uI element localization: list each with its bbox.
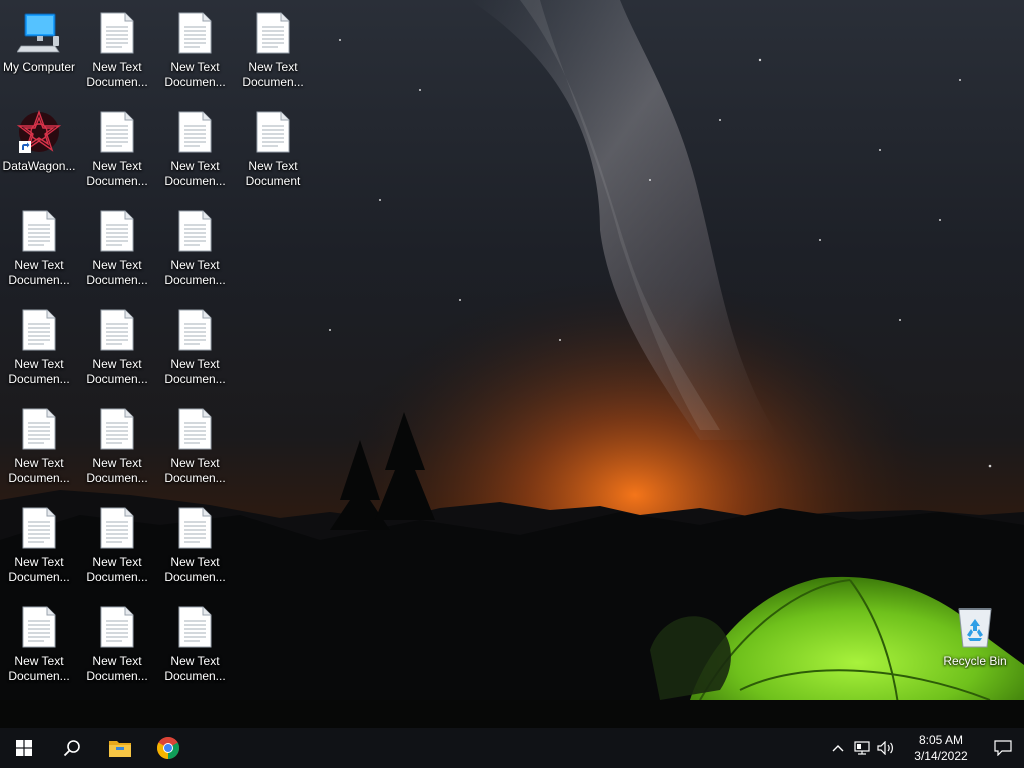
icon-label: New Text Documen... — [86, 258, 148, 287]
text-document-item[interactable]: New Text Documen... — [0, 202, 78, 294]
search-button[interactable] — [48, 728, 96, 768]
text-document-icon — [17, 604, 61, 650]
text-document-item[interactable]: New Text Documen... — [78, 400, 156, 492]
text-document-item[interactable]: New Text Documen... — [156, 301, 234, 393]
icon-label: New Text Documen... — [242, 60, 304, 89]
volume-icon — [877, 741, 893, 755]
icon-label: New Text Documen... — [8, 456, 70, 485]
text-document-item[interactable]: New Text Documen... — [78, 598, 156, 690]
notification-icon — [994, 740, 1012, 756]
text-document-item[interactable]: New Text Documen... — [234, 4, 312, 96]
text-document-icon — [17, 208, 61, 254]
text-document-icon — [95, 604, 139, 650]
recycle-bin-item[interactable]: Recycle Bin — [936, 598, 1014, 690]
text-document-icon — [95, 505, 139, 551]
text-document-item[interactable]: New Text Document — [234, 103, 312, 195]
text-document-item[interactable]: New Text Documen... — [156, 598, 234, 690]
chevron-up-icon — [832, 745, 844, 752]
text-document-icon — [251, 109, 295, 155]
icon-label: New Text Documen... — [8, 357, 70, 386]
icon-label: New Text Documen... — [86, 159, 148, 188]
text-document-icon — [173, 109, 217, 155]
clock-date: 3/14/2022 — [914, 749, 968, 763]
icon-label: New Text Documen... — [86, 60, 148, 89]
taskbar-clock[interactable]: 8:05 AM 3/14/2022 — [906, 732, 976, 764]
search-icon — [63, 740, 80, 757]
taskbar: 8:05 AM 3/14/2022 — [0, 728, 1024, 768]
icon-label: My Computer — [2, 60, 76, 74]
datawagon-logo-icon — [17, 109, 61, 155]
text-document-item[interactable]: New Text Documen... — [78, 301, 156, 393]
text-document-icon — [17, 307, 61, 353]
icon-label: New Text Document — [245, 159, 301, 188]
text-document-item[interactable]: New Text Documen... — [0, 301, 78, 393]
icon-label: New Text Documen... — [8, 258, 70, 287]
text-document-item[interactable]: New Text Documen... — [0, 598, 78, 690]
text-document-item[interactable]: New Text Documen... — [156, 103, 234, 195]
text-document-icon — [95, 307, 139, 353]
text-document-icon — [173, 604, 217, 650]
icon-label: DataWagon... — [2, 159, 76, 173]
text-document-icon — [251, 10, 295, 56]
icon-label: New Text Documen... — [164, 159, 226, 188]
network-icon — [854, 741, 870, 755]
text-document-icon — [17, 505, 61, 551]
shortcut-arrow-icon — [19, 141, 31, 153]
my-computer-icon-item[interactable]: My Computer — [0, 4, 78, 96]
text-document-item[interactable]: New Text Documen... — [156, 400, 234, 492]
volume-button[interactable] — [874, 728, 898, 768]
icon-label: New Text Documen... — [86, 555, 148, 584]
icon-label: New Text Documen... — [164, 555, 226, 584]
text-document-icon — [173, 307, 217, 353]
text-document-item[interactable]: New Text Documen... — [78, 499, 156, 591]
text-document-icon — [95, 406, 139, 452]
chrome-icon — [157, 737, 179, 759]
network-button[interactable] — [850, 728, 874, 768]
text-document-item[interactable]: New Text Documen... — [156, 499, 234, 591]
icon-label: New Text Documen... — [8, 654, 70, 683]
icon-label: New Text Documen... — [164, 258, 226, 287]
clock-time: 8:05 AM — [918, 733, 964, 747]
system-tray: 8:05 AM 3/14/2022 — [826, 728, 1024, 768]
icon-label: New Text Documen... — [164, 357, 226, 386]
icon-label: New Text Documen... — [86, 456, 148, 485]
icon-label: New Text Documen... — [8, 555, 70, 584]
icon-label: New Text Documen... — [164, 654, 226, 683]
text-document-icon — [17, 406, 61, 452]
show-hidden-icons-button[interactable] — [826, 728, 850, 768]
start-button[interactable] — [0, 728, 48, 768]
windows-logo-icon — [16, 740, 32, 756]
text-document-item[interactable]: New Text Documen... — [0, 499, 78, 591]
text-document-item[interactable]: New Text Documen... — [78, 4, 156, 96]
recycle-bin-icon — [953, 604, 997, 650]
text-document-icon — [173, 208, 217, 254]
text-document-icon — [173, 505, 217, 551]
text-document-icon — [95, 208, 139, 254]
chrome-button[interactable] — [144, 728, 192, 768]
text-document-item[interactable]: New Text Documen... — [78, 103, 156, 195]
datawagon-shortcut-item[interactable]: DataWagon... — [0, 103, 78, 195]
icon-label: New Text Documen... — [86, 654, 148, 683]
text-document-item[interactable]: New Text Documen... — [156, 4, 234, 96]
icon-label: New Text Documen... — [86, 357, 148, 386]
text-document-icon — [173, 10, 217, 56]
action-center-button[interactable] — [982, 728, 1024, 768]
text-document-icon — [95, 109, 139, 155]
text-document-item[interactable]: New Text Documen... — [78, 202, 156, 294]
file-explorer-icon — [109, 741, 131, 757]
text-document-item[interactable]: New Text Documen... — [0, 400, 78, 492]
text-document-icon — [95, 10, 139, 56]
icon-label: Recycle Bin — [943, 654, 1007, 668]
text-document-icon — [173, 406, 217, 452]
computer-icon — [17, 10, 61, 56]
file-explorer-button[interactable] — [96, 728, 144, 768]
icon-label: New Text Documen... — [164, 456, 226, 485]
icon-label: New Text Documen... — [164, 60, 226, 89]
text-document-item[interactable]: New Text Documen... — [156, 202, 234, 294]
